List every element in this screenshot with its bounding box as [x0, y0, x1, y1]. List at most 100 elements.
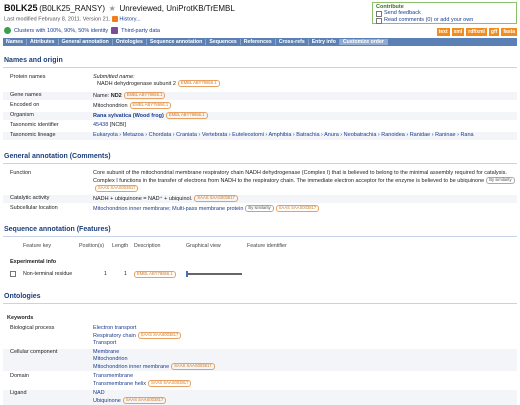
col-feature-id: Feature identifier [247, 243, 287, 249]
tab-attributes[interactable]: Attributes [27, 39, 59, 45]
kw-ligand: Ligand NAD Ubiquinone SAAS SAAS003817 [3, 390, 517, 405]
tab-general-annotation[interactable]: General annotation [59, 39, 113, 45]
row-label: Catalytic activity [10, 195, 50, 201]
by-similarity-badge[interactable]: By similarity [245, 205, 274, 212]
subcellular-link[interactable]: Mitochondrion inner membrane; Multi-pass… [93, 206, 243, 212]
function-text: Core subunit of the mitochondrial membra… [93, 170, 507, 184]
features-table-header: Feature key Position(s) Length Descripti… [3, 243, 517, 251]
catalytic-text: NADH + ubiquinone = NAD⁺ + ubiquinol. [93, 195, 193, 202]
lineage-links[interactable]: Eukaryota › Metazoa › Chordata › Craniat… [93, 132, 474, 138]
row-label: Biological process [10, 325, 55, 331]
evidence-badge[interactable]: EMBL ABY78656.1 [165, 112, 208, 119]
last-modified: Last modified February 8, 2011. Version … [4, 16, 111, 23]
saas-badge[interactable]: SAAS SAAS003817 [95, 184, 139, 192]
cluster-links: Clusters with 100%, 90%, 50% identity Th… [4, 27, 160, 34]
saas-badge[interactable]: SAAS SAAS003817 [122, 397, 167, 404]
saas-badge[interactable]: SAAS SAAS003817 [194, 195, 238, 202]
tab-customize-order[interactable]: Customize order [339, 39, 388, 45]
col-description: Description [134, 243, 161, 249]
feature-key: Non-terminal residue [23, 271, 73, 277]
format-xml-button[interactable]: xml [451, 28, 465, 36]
col-graphical-view: Graphical view [186, 243, 221, 249]
row-encoded-on: Encoded on Mitochondrion EMBL ABY78656.1 [3, 102, 517, 110]
kw-link[interactable]: Electron transport [93, 325, 136, 331]
col-length: Length [112, 243, 129, 249]
row-taxid: Taxonomic identifier 45438 [NCBI] [3, 122, 517, 130]
gene-name: ND2 [110, 92, 122, 99]
kw-link[interactable]: Transmembrane [93, 373, 133, 379]
kw-link[interactable]: Membrane [93, 349, 119, 355]
keywords-row: Keywords [3, 315, 517, 323]
entry-name: (B0LK25_RANSY) [39, 4, 105, 13]
row-protein-names: Protein names Submitted name: NADH dehyd… [3, 74, 517, 89]
kw-link[interactable]: NAD [93, 390, 105, 396]
saas-badge[interactable]: SAAS SAAS003817 [275, 205, 320, 212]
divider [3, 303, 517, 304]
row-label: Subcellular location [10, 205, 58, 211]
kw-link[interactable]: Respiratory chain [93, 333, 136, 339]
evidence-badge[interactable]: EMBL ABY78656.1 [123, 92, 166, 99]
row-label: Domain [10, 373, 29, 379]
tab-sequence-annotation[interactable]: Sequence annotation [147, 39, 207, 45]
history-link[interactable]: History... [119, 16, 140, 22]
kw-link[interactable]: Mitochondrion [93, 356, 128, 362]
row-label: Function [10, 170, 32, 176]
row-label: Gene names [10, 92, 42, 98]
evidence-badge[interactable]: EMBL ABY78656.1 [129, 102, 172, 109]
divider [3, 67, 517, 68]
accession: B0LK25 [4, 3, 38, 13]
row-label: Taxonomic lineage [10, 132, 56, 138]
kw-link[interactable]: Transport [93, 340, 116, 346]
tab-entry-info[interactable]: Entry info [309, 39, 340, 45]
sequence-heading: Sequence annotation (Features) [4, 226, 111, 233]
contribute-box: Contribute Send feedback Read comments (… [372, 2, 517, 24]
evidence-badge[interactable]: EMBL ABY78656.1 [134, 271, 176, 278]
kw-biological-process: Biological process Electron transport Re… [3, 325, 517, 347]
uniprot-entry-page: B0LK25 (B0LK25_RANSY) ★ Unreviewed, UniP… [0, 0, 520, 405]
row-catalytic: Catalytic activity NADH + ubiquinone = N… [3, 195, 517, 203]
saas-badge[interactable]: SAAS SAAS003817 [147, 380, 192, 387]
encoded-on: Mitochondrion [93, 102, 128, 109]
read-comments-link[interactable]: Read comments (0) or add your own [384, 17, 473, 24]
kw-link[interactable]: Transmembrane helix [93, 381, 146, 387]
entry-header: B0LK25 (B0LK25_RANSY) ★ Unreviewed, UniP… [4, 3, 235, 22]
names-heading: Names and origin [4, 57, 63, 64]
saas-badge[interactable]: SAAS SAAS003817 [137, 332, 182, 339]
row-label: Ligand [10, 390, 27, 396]
tab-sequences[interactable]: Sequences [206, 39, 241, 45]
taxid-link[interactable]: 45438 [93, 122, 108, 128]
feature-position: 1 [104, 271, 107, 277]
divider [3, 163, 517, 164]
kw-cellular-component: Cellular component Membrane Mitochondrio… [3, 349, 517, 371]
format-text-button[interactable]: text [436, 28, 450, 36]
organism-link[interactable]: Rana sylvatica (Wood frog) [93, 113, 164, 119]
format-buttons: text xml rdf/xml gff fasta [436, 28, 517, 36]
feedback-icon [376, 10, 382, 17]
tab-ontologies[interactable]: Ontologies [113, 39, 147, 45]
tab-cross-refs[interactable]: Cross-refs [276, 39, 309, 45]
format-rdfxml-button[interactable]: rdf/xml [466, 28, 487, 36]
format-fasta-button[interactable]: fasta [501, 28, 517, 36]
kw-link[interactable]: Ubiquinone [93, 398, 121, 404]
evidence-badge[interactable]: EMBL ABY78656.1 [177, 80, 220, 87]
kw-link[interactable]: Mitochondrion inner membrane [93, 364, 169, 370]
format-gff-button[interactable]: gff [488, 28, 500, 36]
tab-names[interactable]: Names [3, 39, 28, 45]
row-label: Cellular component [10, 349, 58, 355]
row-checkbox[interactable] [10, 271, 16, 277]
col-positions: Position(s) [79, 243, 105, 249]
protein-name: NADH dehydrogenase subunit 2 [97, 80, 176, 87]
section-nav: Names Attributes General annotation Onto… [3, 38, 517, 46]
row-function: Function Core subunit of the mitochondri… [3, 170, 517, 192]
row-label: Encoded on [10, 102, 40, 108]
clusters-link[interactable]: Clusters with 100%, 90%, 50% identity [14, 28, 108, 34]
by-similarity-badge[interactable]: By similarity [486, 177, 515, 184]
saas-badge[interactable]: SAAS SAAS003817 [171, 363, 215, 370]
tab-references[interactable]: References [241, 39, 276, 45]
ontologies-heading: Ontologies [4, 293, 41, 300]
rss-icon[interactable] [111, 16, 118, 22]
divider [3, 236, 517, 237]
gene-name-prefix: Name: [93, 92, 110, 99]
send-feedback-link[interactable]: Send feedback [384, 10, 421, 17]
third-party-link[interactable]: Third-party data [121, 28, 160, 34]
